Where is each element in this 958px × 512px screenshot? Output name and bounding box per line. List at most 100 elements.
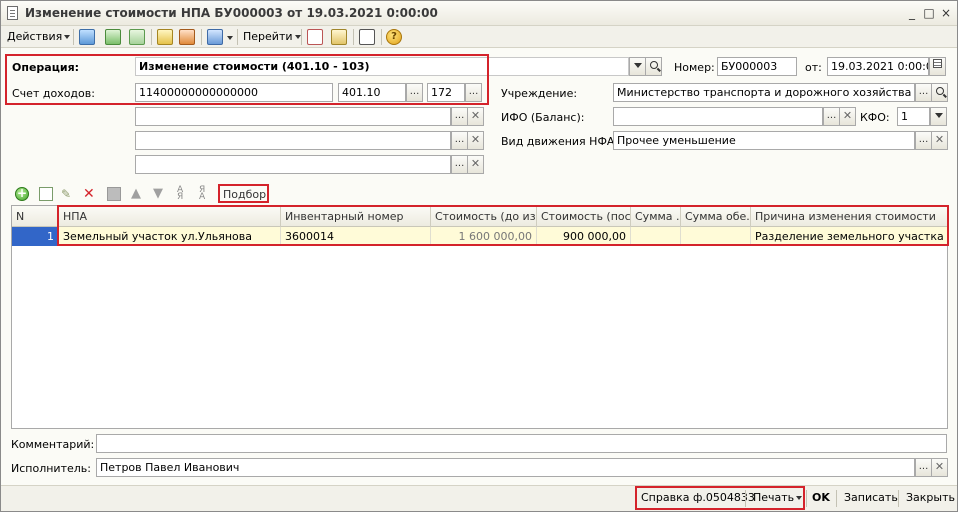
operation-search-button[interactable]: [645, 57, 662, 76]
clear-icon: ✕: [934, 133, 945, 146]
movement-select-button[interactable]: ...: [915, 131, 932, 150]
enter-based-on-icon[interactable]: [207, 29, 223, 45]
structure-icon[interactable]: [331, 29, 347, 45]
table-row[interactable]: 1 Земельный участок ул.Ульянова 3600014 …: [12, 227, 947, 246]
close-window-button[interactable]: ×: [939, 7, 953, 20]
bottom-bar: Справка ф.0504833 Печать OK Записать Зак…: [1, 485, 957, 511]
select-button[interactable]: Подбор: [223, 188, 266, 201]
edit-row-icon[interactable]: ✎: [61, 187, 75, 201]
toolbar-separator: [381, 29, 382, 45]
account-select-button[interactable]: ...: [406, 83, 423, 102]
movement-clear-button[interactable]: ✕: [931, 131, 948, 150]
column-header-cost-before[interactable]: Стоимость (до из...: [431, 206, 537, 227]
clear-icon: ✕: [842, 109, 853, 122]
column-header-npa[interactable]: НПА: [59, 206, 281, 227]
column-header-amount-secured[interactable]: Сумма обе...: [681, 206, 751, 227]
executor-label: Исполнитель:: [11, 462, 91, 475]
actions-menu[interactable]: Действия: [7, 29, 71, 45]
chevron-down-icon[interactable]: [227, 36, 233, 40]
institution-select-button[interactable]: ...: [915, 83, 932, 102]
date-field[interactable]: 19.03.2021 0:00:00: [827, 57, 929, 76]
delete-row-icon[interactable]: ✕: [83, 187, 97, 201]
toolbar-separator: [301, 29, 302, 45]
income-account-field[interactable]: 11400000000000000: [135, 83, 333, 102]
cell-amount-secured[interactable]: [681, 227, 751, 246]
ok-button[interactable]: OK: [812, 491, 830, 504]
cell-npa[interactable]: Земельный участок ул.Ульянова: [59, 227, 281, 246]
operation-field[interactable]: Изменение стоимости (401.10 - 103): [135, 57, 629, 76]
analytics-clear-button-3[interactable]: ✕: [467, 155, 484, 174]
toolbar-separator: [353, 29, 354, 45]
clear-icon: ✕: [934, 460, 945, 473]
operation-dropdown-button[interactable]: [629, 57, 646, 76]
save-icon[interactable]: [105, 29, 121, 45]
cell-cost-after[interactable]: 900 000,00: [537, 227, 631, 246]
end-edit-icon[interactable]: [107, 187, 121, 201]
move-up-icon[interactable]: ▲: [131, 187, 145, 201]
institution-field[interactable]: Министерство транспорта и дорожного хозя…: [613, 83, 915, 102]
number-field[interactable]: БУ000003: [717, 57, 797, 76]
sort-asc-icon[interactable]: AЯ: [177, 186, 191, 202]
analytics-field-1[interactable]: [135, 107, 451, 126]
move-down-icon[interactable]: ▼: [153, 187, 167, 201]
analytics-select-button-1[interactable]: ...: [451, 107, 468, 126]
copy-document-icon[interactable]: [157, 29, 173, 45]
ifo-field[interactable]: [613, 107, 823, 126]
title-bar: Изменение стоимости НПА БУ000003 от 19.0…: [1, 1, 957, 26]
comment-label: Комментарий:: [11, 438, 95, 451]
bottom-separator: [898, 490, 899, 507]
document-window: Изменение стоимости НПА БУ000003 от 19.0…: [0, 0, 958, 512]
column-header-cost-after[interactable]: Стоимость (пос...: [537, 206, 631, 227]
cell-reason[interactable]: Разделение земельного участка: [751, 227, 947, 246]
analytics-select-button-3[interactable]: ...: [451, 155, 468, 174]
report-icon[interactable]: [359, 29, 375, 45]
sort-desc-icon[interactable]: ЯA: [199, 186, 213, 202]
executor-clear-button[interactable]: ✕: [931, 458, 948, 477]
ifo-clear-button[interactable]: ✕: [839, 107, 856, 126]
toolbar-separator: [151, 29, 152, 45]
kfo-dropdown-button[interactable]: [930, 107, 947, 126]
kosgu-field[interactable]: 172: [427, 83, 465, 102]
kfo-field[interactable]: 1: [897, 107, 930, 126]
goto-menu[interactable]: Перейти: [243, 29, 301, 45]
column-header-amount[interactable]: Сумма ...: [631, 206, 681, 227]
minimize-button[interactable]: _: [905, 7, 919, 20]
comment-field[interactable]: [96, 434, 947, 453]
analytics-select-button-2[interactable]: ...: [451, 131, 468, 150]
print-menu-button[interactable]: Печать: [753, 491, 803, 504]
add-row-icon[interactable]: +: [15, 187, 29, 201]
post-and-close-icon[interactable]: [79, 29, 95, 45]
account-field[interactable]: 401.10: [338, 83, 406, 102]
mark-deletion-icon[interactable]: [179, 29, 195, 45]
nfa-table[interactable]: N НПА Инвентарный номер Стоимость (до из…: [11, 205, 948, 429]
search-icon: [649, 61, 658, 69]
bottom-separator: [836, 490, 837, 507]
column-header-reason[interactable]: Причина изменения стоимости: [751, 206, 947, 227]
analytics-clear-button-2[interactable]: ✕: [467, 131, 484, 150]
post-icon[interactable]: [129, 29, 145, 45]
copy-row-icon[interactable]: [39, 187, 53, 201]
close-button[interactable]: Закрыть: [906, 491, 955, 504]
column-header-inventory-number[interactable]: Инвентарный номер: [281, 206, 431, 227]
cell-n[interactable]: 1: [12, 227, 59, 246]
analytics-field-3[interactable]: [135, 155, 451, 174]
kosgu-select-button[interactable]: ...: [465, 83, 482, 102]
maximize-button[interactable]: □: [922, 7, 936, 20]
executor-field[interactable]: Петров Павел Иванович: [96, 458, 915, 477]
analytics-clear-button-1[interactable]: ✕: [467, 107, 484, 126]
institution-search-button[interactable]: [931, 83, 948, 102]
calendar-button[interactable]: [929, 57, 946, 76]
movement-field[interactable]: Прочее уменьшение: [613, 131, 915, 150]
debit-credit-icon[interactable]: [307, 29, 323, 45]
certificate-button[interactable]: Справка ф.0504833: [641, 491, 755, 504]
analytics-field-2[interactable]: [135, 131, 451, 150]
column-header-n[interactable]: N: [12, 206, 59, 227]
cell-inventory-number[interactable]: 3600014: [281, 227, 431, 246]
ifo-select-button[interactable]: ...: [823, 107, 840, 126]
executor-select-button[interactable]: ...: [915, 458, 932, 477]
cell-amount[interactable]: [631, 227, 681, 246]
help-icon[interactable]: ?: [386, 29, 402, 45]
bottom-separator: [806, 490, 807, 507]
cell-cost-before[interactable]: 1 600 000,00: [431, 227, 537, 246]
save-button[interactable]: Записать: [844, 491, 898, 504]
